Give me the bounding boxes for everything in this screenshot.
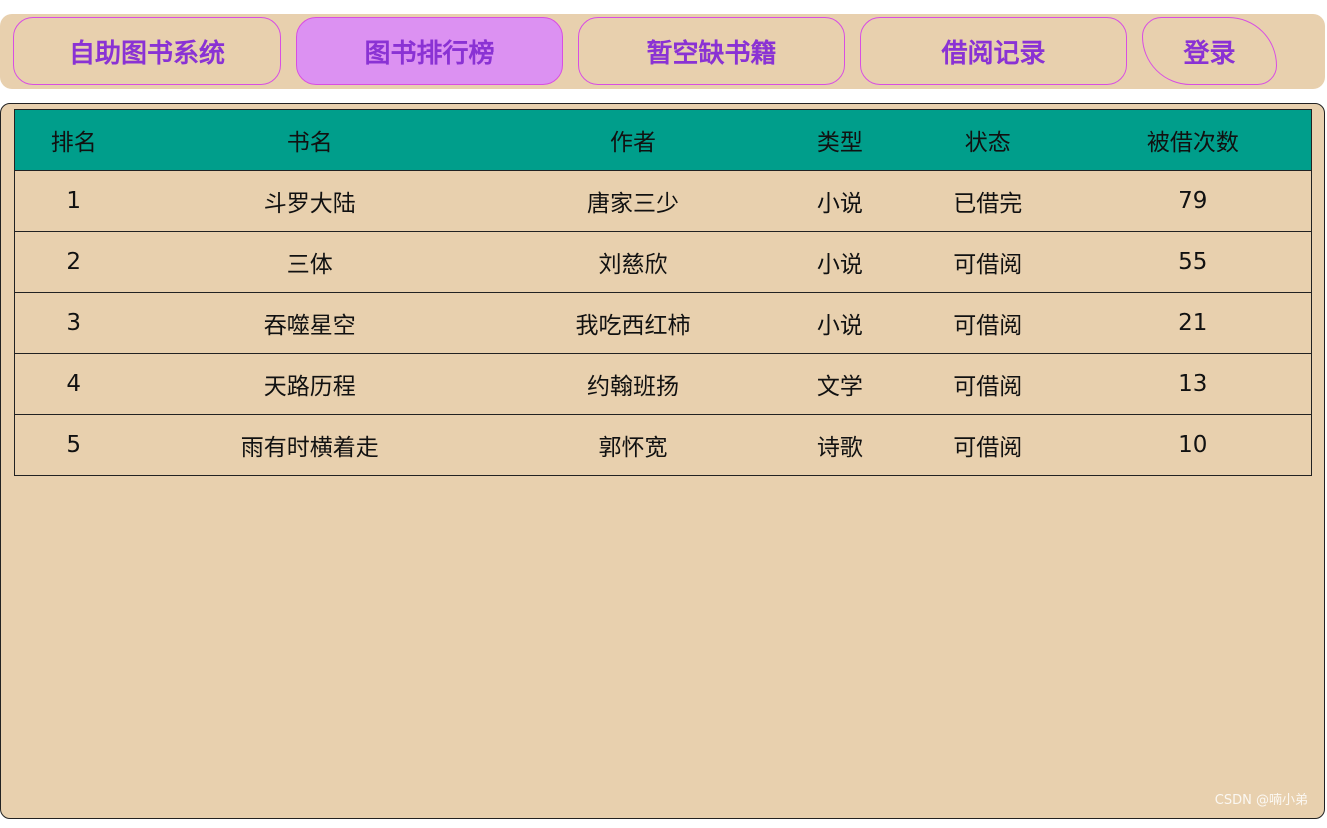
nav-login-button[interactable]: 登录 bbox=[1142, 17, 1277, 85]
header-status: 状态 bbox=[900, 109, 1075, 171]
cell-borrow-count: 21 bbox=[1074, 292, 1312, 354]
table-row[interactable]: 1 斗罗大陆 唐家三少 小说 已借完 79 bbox=[14, 170, 1312, 232]
cell-status: 可借阅 bbox=[900, 231, 1075, 293]
cell-rank: 4 bbox=[14, 353, 133, 415]
cell-rank: 1 bbox=[14, 170, 133, 232]
cell-borrow-count: 13 bbox=[1074, 353, 1312, 415]
table-row[interactable]: 3 吞噬星空 我吃西红柿 小说 可借阅 21 bbox=[14, 292, 1312, 354]
header-author: 作者 bbox=[487, 109, 779, 171]
cell-status: 可借阅 bbox=[900, 414, 1075, 476]
csdn-watermark: CSDN @喃小弟 bbox=[1214, 793, 1308, 808]
table-header-row: 排名 书名 作者 类型 状态 被借次数 bbox=[14, 109, 1312, 171]
cell-status: 可借阅 bbox=[900, 353, 1075, 415]
cell-borrow-count: 79 bbox=[1074, 170, 1312, 232]
cell-title: 斗罗大陆 bbox=[132, 170, 488, 232]
nav-borrow-records[interactable]: 借阅记录 bbox=[860, 17, 1127, 85]
top-nav: 自助图书系统 图书排行榜 暂空缺书籍 借阅记录 登录 bbox=[0, 14, 1325, 89]
table-row[interactable]: 2 三体 刘慈欣 小说 可借阅 55 bbox=[14, 231, 1312, 293]
cell-author: 刘慈欣 bbox=[487, 231, 779, 293]
cell-author: 唐家三少 bbox=[487, 170, 779, 232]
cell-rank: 3 bbox=[14, 292, 133, 354]
cell-author: 约翰班扬 bbox=[487, 353, 779, 415]
cell-rank: 2 bbox=[14, 231, 133, 293]
cell-title: 三体 bbox=[132, 231, 488, 293]
header-title: 书名 bbox=[132, 109, 488, 171]
cell-title: 雨有时横着走 bbox=[132, 414, 488, 476]
content-panel: 排名 书名 作者 类型 状态 被借次数 1 斗罗大陆 唐家三少 小说 已借完 7… bbox=[0, 103, 1325, 819]
cell-title: 吞噬星空 bbox=[132, 292, 488, 354]
ranking-table: 排名 书名 作者 类型 状态 被借次数 1 斗罗大陆 唐家三少 小说 已借完 7… bbox=[14, 109, 1312, 476]
nav-book-ranking[interactable]: 图书排行榜 bbox=[296, 17, 563, 85]
cell-borrow-count: 10 bbox=[1074, 414, 1312, 476]
cell-status: 可借阅 bbox=[900, 292, 1075, 354]
cell-author: 郭怀宽 bbox=[487, 414, 779, 476]
header-type: 类型 bbox=[778, 109, 901, 171]
cell-author: 我吃西红柿 bbox=[487, 292, 779, 354]
header-borrow-count: 被借次数 bbox=[1074, 109, 1312, 171]
table-row[interactable]: 5 雨有时横着走 郭怀宽 诗歌 可借阅 10 bbox=[14, 414, 1312, 476]
nav-self-service-library[interactable]: 自助图书系统 bbox=[13, 17, 281, 85]
cell-type: 诗歌 bbox=[778, 414, 901, 476]
cell-type: 文学 bbox=[778, 353, 901, 415]
cell-borrow-count: 55 bbox=[1074, 231, 1312, 293]
cell-type: 小说 bbox=[778, 170, 901, 232]
cell-title: 天路历程 bbox=[132, 353, 488, 415]
cell-type: 小说 bbox=[778, 231, 901, 293]
nav-missing-books[interactable]: 暂空缺书籍 bbox=[578, 17, 845, 85]
cell-type: 小说 bbox=[778, 292, 901, 354]
cell-status: 已借完 bbox=[900, 170, 1075, 232]
header-rank: 排名 bbox=[14, 109, 133, 171]
cell-rank: 5 bbox=[14, 414, 133, 476]
table-row[interactable]: 4 天路历程 约翰班扬 文学 可借阅 13 bbox=[14, 353, 1312, 415]
